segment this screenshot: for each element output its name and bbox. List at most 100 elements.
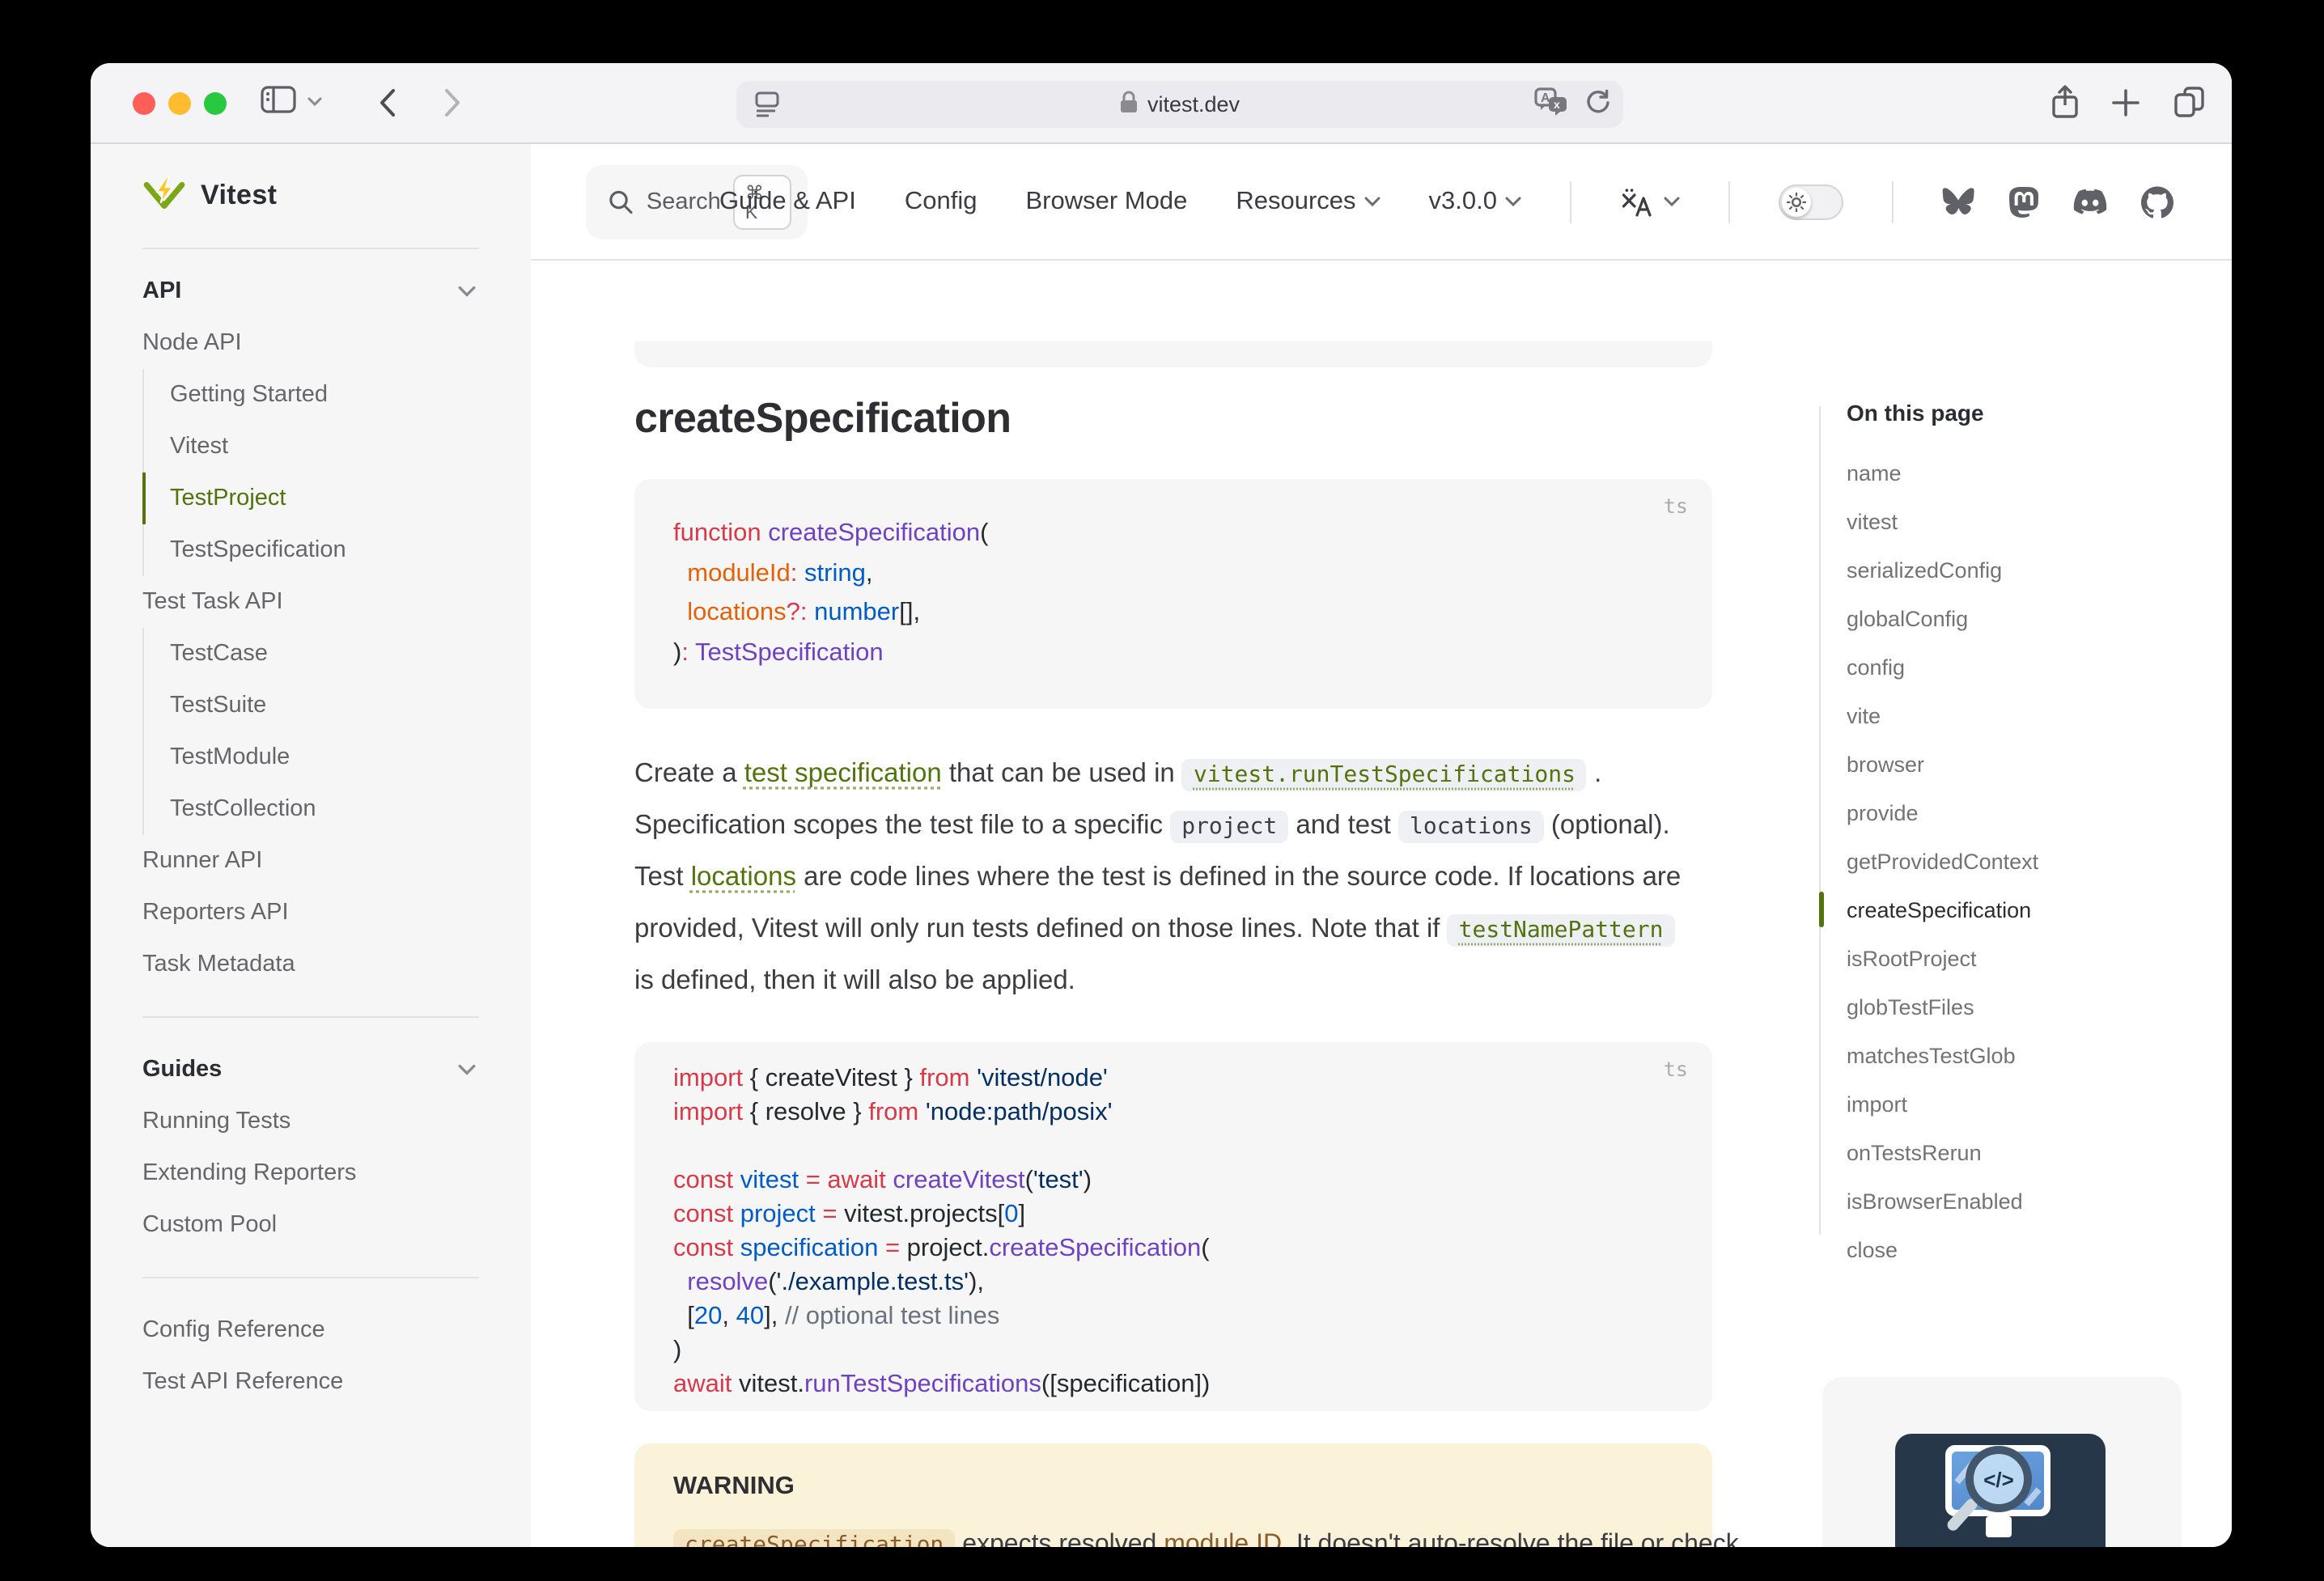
nav-items: Guide & API Config Browser Mode Resource… (719, 144, 2173, 259)
browser-window: vitest.dev Ax (91, 63, 2232, 1547)
sidebar-item-guides[interactable]: Guides (142, 1044, 479, 1096)
lock-icon (1120, 91, 1138, 118)
sidebar-divider (142, 1277, 479, 1278)
sidebar-item-testproject[interactable]: TestProject (142, 473, 479, 524)
nav-link-config[interactable]: Config (905, 187, 978, 216)
link-locations[interactable]: locations (691, 863, 796, 892)
theme-toggle-knob (1782, 187, 1811, 216)
discord-icon[interactable] (2073, 189, 2107, 214)
site-page: Vitest APINode APIGetting StartedVitestT… (91, 144, 2232, 1547)
sidebar-item-running-tests[interactable]: Running Tests (142, 1096, 479, 1147)
back-button[interactable] (379, 87, 397, 118)
toc-item-getprovidedcontext[interactable]: getProvidedContext (1847, 837, 2203, 885)
link-module-id[interactable]: module ID (1164, 1531, 1282, 1547)
toc-divider-line (1819, 406, 1821, 1235)
toc-item-matchestestglob[interactable]: matchesTestGlob (1847, 1031, 2203, 1079)
social-links (1942, 185, 2173, 218)
chevron-down-icon (1664, 196, 1680, 207)
nav-link-guide-api[interactable]: Guide & API (719, 187, 856, 216)
toc-item-close[interactable]: close (1847, 1225, 2203, 1274)
sidebar-item-testcase[interactable]: TestCase (142, 628, 479, 680)
sidebar-item-custom-pool[interactable]: Custom Pool (142, 1199, 479, 1251)
chevron-down-icon (1505, 196, 1521, 207)
address-bar[interactable]: vitest.dev Ax (736, 81, 1623, 128)
toc-item-vitest[interactable]: vitest (1847, 497, 2203, 545)
zoom-window-button[interactable] (204, 92, 227, 115)
sidebar-item-reporters-api[interactable]: Reporters API (142, 887, 479, 939)
nav-dropdown-version[interactable]: v3.0.0 (1429, 187, 1521, 216)
sidebar-item-testcollection[interactable]: TestCollection (142, 783, 479, 835)
toc-items: namevitestserializedConfigglobalConfigco… (1847, 448, 2203, 1274)
text-line: Test locations are code lines where the … (634, 851, 1712, 903)
sidebar-item-api[interactable]: API (142, 265, 479, 317)
code-line: const specification = project.createSpec… (673, 1231, 1673, 1265)
code-line: const vitest = await createVitest('test'… (673, 1163, 1673, 1197)
reload-icon[interactable] (1584, 88, 1610, 124)
theme-toggle[interactable] (1779, 184, 1843, 219)
sidebar-chevron-icon[interactable] (307, 97, 322, 107)
nav-dropdown-resources[interactable]: Resources (1236, 187, 1380, 216)
toc-item-name[interactable]: name (1847, 448, 2203, 497)
language-menu[interactable] (1620, 187, 1680, 216)
new-tab-icon[interactable] (2112, 89, 2140, 117)
nav-divider (1728, 180, 1730, 223)
site-logo[interactable]: Vitest (142, 144, 479, 248)
toc-item-config[interactable]: config (1847, 642, 2203, 691)
text-line: Create a test specification that can be … (634, 748, 1712, 799)
sidebar-item-runner-api[interactable]: Runner API (142, 835, 479, 887)
mastodon-icon[interactable] (2008, 185, 2039, 218)
vitest-logo-icon (142, 174, 186, 218)
minimize-window-button[interactable] (168, 92, 191, 115)
inline-code-project: project (1170, 811, 1288, 843)
sidebar-item-node-api[interactable]: Node API (142, 317, 479, 369)
sidebar-item-getting-started[interactable]: Getting Started (142, 369, 479, 421)
sidebar-item-config-reference[interactable]: Config Reference (142, 1304, 479, 1356)
inline-code-createspecification: createSpecification (673, 1529, 955, 1547)
page-title: createSpecification (634, 393, 1712, 443)
code-block-signature[interactable]: ts function createSpecification( moduleI… (634, 479, 1712, 709)
toc-item-isbrowserenabled[interactable]: isBrowserEnabled (1847, 1176, 2203, 1225)
sidebar-item-test-task-api[interactable]: Test Task API (142, 576, 479, 628)
toc-title: On this page (1847, 400, 2203, 432)
toc-item-ontestsrerun[interactable]: onTestsRerun (1847, 1128, 2203, 1176)
link-testnamepattern[interactable]: testNamePattern (1448, 914, 1675, 947)
translate-icon[interactable]: Ax (1534, 87, 1568, 125)
sidebar-item-task-metadata[interactable]: Task Metadata (142, 939, 479, 990)
toc-item-createspecification[interactable]: createSpecification (1847, 885, 2203, 934)
toc-item-serializedconfig[interactable]: serializedConfig (1847, 545, 2203, 594)
sidebar-item-testmodule[interactable]: TestModule (142, 731, 479, 783)
sidebar-item-extending-reporters[interactable]: Extending Reporters (142, 1147, 479, 1199)
code-inspection-illustration: </> (1895, 1434, 2106, 1547)
code-line: resolve('./example.test.ts'), (673, 1265, 1673, 1299)
sidebar-item-testsuite[interactable]: TestSuite (142, 680, 479, 731)
sidebar-divider (142, 1016, 479, 1018)
toc-item-isrootproject[interactable]: isRootProject (1847, 934, 2203, 982)
link-test-specification[interactable]: test specification (744, 759, 942, 788)
toc-item-globtestfiles[interactable]: globTestFiles (1847, 982, 2203, 1031)
sponsor-card[interactable]: </> (1822, 1377, 2182, 1547)
screenshot-stage: vitest.dev Ax (0, 0, 2324, 1581)
code-lines: function createSpecification( moduleId: … (673, 515, 1673, 673)
sidebar-item-vitest[interactable]: Vitest (142, 421, 479, 473)
sidebar-item-testspecification[interactable]: TestSpecification (142, 524, 479, 576)
share-icon[interactable] (2050, 84, 2080, 120)
toc-item-globalconfig[interactable]: globalConfig (1847, 594, 2203, 642)
tab-overview-icon[interactable] (2173, 86, 2206, 118)
github-icon[interactable] (2141, 185, 2173, 218)
toc-item-vite[interactable]: vite (1847, 691, 2203, 740)
nav-link-browser-mode[interactable]: Browser Mode (1025, 187, 1187, 216)
toc-item-import[interactable]: import (1847, 1079, 2203, 1128)
bluesky-icon[interactable] (1942, 187, 1974, 216)
code-block-example[interactable]: ts import { createVitest } from 'vitest/… (634, 1042, 1712, 1411)
link-vitest-runtestspecifications[interactable]: vitest.runTestSpecifications (1182, 759, 1587, 791)
toc-item-browser[interactable]: browser (1847, 740, 2203, 788)
sidebar-item-test-api-reference[interactable]: Test API Reference (142, 1356, 479, 1408)
sidebar-toggle-icon[interactable] (261, 86, 296, 113)
browser-toolbar: vitest.dev Ax (91, 63, 2232, 144)
code-lang-label: ts (1664, 494, 1688, 518)
forward-button[interactable] (443, 87, 461, 118)
close-window-button[interactable] (133, 92, 155, 115)
nav-divider (1570, 180, 1571, 223)
toc-item-provide[interactable]: provide (1847, 788, 2203, 837)
warning-body: createSpecification expects resolved mod… (673, 1521, 1673, 1547)
